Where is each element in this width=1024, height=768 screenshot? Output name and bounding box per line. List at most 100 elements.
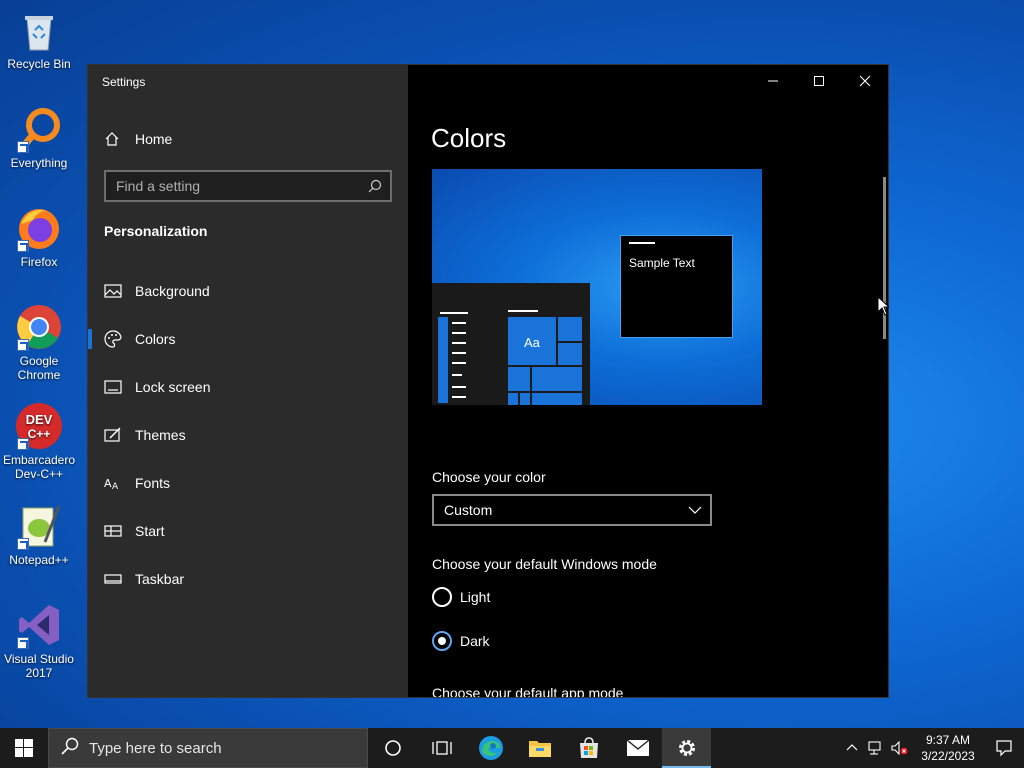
svg-text:DEV: DEV xyxy=(26,412,53,427)
chevron-up-icon[interactable] xyxy=(840,728,864,768)
desktop-icon-label: Firefox xyxy=(20,255,58,269)
clock[interactable]: 9:37 AM 3/22/2023 xyxy=(912,732,984,764)
sidebar-item-start[interactable]: Start xyxy=(88,511,408,551)
desktop-icon-everything[interactable]: Everything xyxy=(0,105,78,170)
sidebar-item-taskbar[interactable]: Taskbar xyxy=(88,559,408,599)
action-center-button[interactable] xyxy=(984,728,1024,768)
sidebar-item-themes[interactable]: Themes xyxy=(88,415,408,455)
mail-icon xyxy=(626,739,649,756)
mail-button[interactable] xyxy=(613,728,662,768)
radio-label: Light xyxy=(460,589,491,605)
sidebar-item-label: Colors xyxy=(135,331,176,347)
radio-button-checked[interactable] xyxy=(432,631,452,651)
desktop-icon-firefox[interactable]: Firefox xyxy=(0,204,78,269)
shortcut-arrow-icon xyxy=(17,339,29,351)
start-icon xyxy=(104,522,122,540)
preview-tile-text: Aa xyxy=(524,335,540,350)
preview-start-menu: Aa xyxy=(432,283,590,405)
start-button[interactable] xyxy=(0,728,48,768)
cortana-icon xyxy=(384,740,401,756)
file-explorer-button[interactable] xyxy=(515,728,564,768)
radio-button[interactable] xyxy=(432,587,452,607)
fonts-icon: AA xyxy=(104,474,122,492)
store-button[interactable] xyxy=(564,728,613,768)
minimize-button[interactable] xyxy=(750,65,796,97)
notepadpp-icon xyxy=(15,502,63,550)
mouse-cursor-icon xyxy=(877,295,891,321)
maximize-button[interactable] xyxy=(796,65,842,97)
desktop-icon-visual-studio[interactable]: Visual Studio 2017 xyxy=(0,601,78,680)
shortcut-arrow-icon xyxy=(17,538,29,550)
clock-time: 9:37 AM xyxy=(925,733,971,747)
settings-button[interactable] xyxy=(662,728,711,768)
windows-mode-light-radio[interactable]: Light xyxy=(432,586,490,608)
sidebar-item-background[interactable]: Background xyxy=(88,271,408,311)
settings-window: Settings Home Personalization Background xyxy=(87,64,889,698)
taskbar-search-placeholder: Type here to search xyxy=(89,739,222,757)
sidebar-item-label: Taskbar xyxy=(135,571,185,587)
cortana-button[interactable] xyxy=(368,728,417,768)
clock-date: 3/22/2023 xyxy=(921,749,975,763)
app-mode-label: Choose your default app mode xyxy=(432,685,624,697)
close-icon xyxy=(859,75,871,87)
page-title: Colors xyxy=(431,123,507,153)
sidebar-item-label: Start xyxy=(135,523,165,539)
network-icon[interactable] xyxy=(864,728,888,768)
visual-studio-icon xyxy=(15,601,63,649)
devcpp-icon: DEV C++ xyxy=(15,402,63,450)
notification-icon xyxy=(996,740,1012,757)
choose-color-label: Choose your color xyxy=(432,469,546,485)
color-preview: Aa Sample Text xyxy=(432,169,762,405)
close-button[interactable] xyxy=(842,65,888,97)
desktop-icon-recycle-bin[interactable]: Recycle Bin xyxy=(0,6,78,71)
desktop-icon-devcpp[interactable]: DEV C++ Embarcadero Dev-C++ xyxy=(0,402,78,481)
themes-icon xyxy=(104,426,122,444)
sidebar-item-fonts[interactable]: AA Fonts xyxy=(88,463,408,503)
taskbar-icon xyxy=(104,570,122,588)
everything-search-icon xyxy=(15,105,63,153)
chevron-down-icon xyxy=(688,503,702,520)
preview-window: Sample Text xyxy=(620,235,733,338)
volume-muted-icon[interactable] xyxy=(888,728,912,768)
taskbar-search[interactable]: Type here to search xyxy=(48,728,368,768)
minimize-icon xyxy=(768,80,778,82)
svg-text:C++: C++ xyxy=(28,427,51,441)
sidebar-item-label: Fonts xyxy=(135,475,171,491)
choose-color-dropdown[interactable]: Custom xyxy=(432,494,712,526)
sidebar-item-lock-screen[interactable]: Lock screen xyxy=(88,367,408,407)
desktop-icon-label: Everything xyxy=(10,156,68,170)
sidebar-item-label: Themes xyxy=(135,427,186,443)
windows-logo-icon xyxy=(15,739,33,757)
sidebar-item-colors[interactable]: Colors xyxy=(88,319,408,359)
sidebar-item-home[interactable]: Home xyxy=(104,129,172,149)
desktop-icon-chrome[interactable]: Google Chrome xyxy=(0,303,78,382)
sidebar-item-label: Lock screen xyxy=(135,379,211,395)
system-tray: 9:37 AM 3/22/2023 xyxy=(840,728,1024,768)
section-title: Personalization xyxy=(104,223,208,239)
task-view-button[interactable] xyxy=(417,728,466,768)
palette-icon xyxy=(104,330,122,348)
search-input[interactable] xyxy=(116,178,356,194)
preview-title-bar xyxy=(629,242,655,244)
sidebar-item-label: Background xyxy=(135,283,210,299)
search-icon[interactable] xyxy=(368,179,382,193)
shortcut-arrow-icon xyxy=(17,240,29,252)
desktop-icon-label: Google Chrome xyxy=(17,354,61,382)
maximize-icon xyxy=(814,76,824,86)
desktop-icon-label: Embarcadero Dev-C++ xyxy=(2,453,76,481)
windows-mode-dark-radio[interactable]: Dark xyxy=(432,630,490,652)
main-content: Colors Aa Sample Text Choose your color … xyxy=(408,65,888,697)
edge-button[interactable] xyxy=(466,728,515,768)
search-icon xyxy=(61,737,79,759)
find-setting-search[interactable] xyxy=(104,170,392,202)
background-icon xyxy=(104,282,122,300)
svg-text:A: A xyxy=(112,482,119,492)
radio-label: Dark xyxy=(460,633,490,649)
chrome-icon xyxy=(15,303,63,351)
shortcut-arrow-icon xyxy=(17,438,29,450)
store-icon xyxy=(579,737,598,758)
settings-icon xyxy=(678,740,695,756)
edge-icon xyxy=(478,736,503,760)
desktop-icon-label: Visual Studio 2017 xyxy=(4,652,74,680)
desktop-icon-notepadpp[interactable]: Notepad++ xyxy=(0,502,78,567)
